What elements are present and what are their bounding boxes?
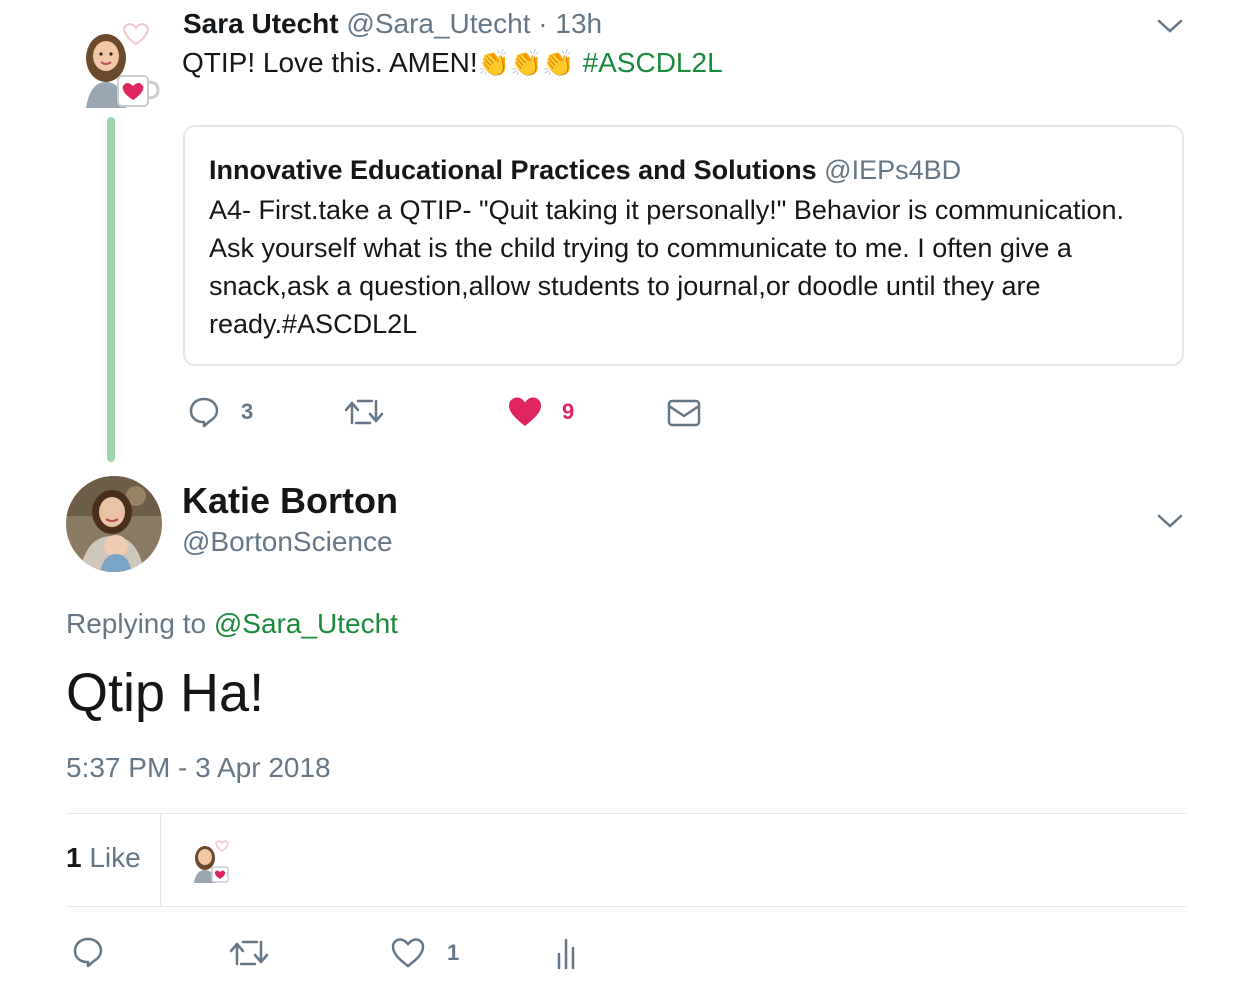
- parent-reply-count: 3: [241, 399, 254, 424]
- parent-tweet-body: QTIP! Love this. AMEN!: [182, 47, 478, 78]
- parent-like-count: 9: [562, 399, 575, 424]
- parent-retweet-button[interactable]: [344, 397, 384, 432]
- reply-icon: [73, 937, 103, 968]
- parent-dm-button[interactable]: [667, 398, 701, 433]
- main-author-avatar[interactable]: [66, 476, 162, 572]
- main-author-handle[interactable]: @BortonScience: [182, 526, 393, 558]
- quoted-tweet-text: A4- First.take a QTIP- "Quit taking it p…: [209, 195, 1125, 339]
- main-author-name[interactable]: Katie Borton: [182, 480, 398, 522]
- parent-reply-button[interactable]: [188, 396, 220, 433]
- replying-to-handle-link[interactable]: @Sara_Utecht: [214, 608, 398, 639]
- main-tweet-menu-chevron-down-icon[interactable]: [1156, 511, 1184, 531]
- stats-top-divider: [66, 813, 1186, 814]
- parent-tweet-text: QTIP! Love this. AMEN!👏👏👏 #ASCDL2L: [182, 47, 723, 79]
- hashtag-link[interactable]: #ASCDL2L: [583, 47, 723, 78]
- retweet-icon: [344, 399, 384, 425]
- likes-stat-label: Like: [89, 842, 141, 873]
- thread-connector-line: [107, 117, 115, 462]
- envelope-icon: [667, 399, 701, 427]
- main-tweet-timestamp[interactable]: 5:37 PM - 3 Apr 2018: [66, 752, 331, 784]
- parent-tweet-header: Sara Utecht @Sara_Utecht · 13h: [183, 8, 602, 40]
- replying-to-label: Replying to: [66, 608, 207, 639]
- parent-author-name[interactable]: Sara Utecht: [183, 8, 339, 39]
- main-retweet-button[interactable]: [229, 938, 269, 973]
- main-tweet-text: Qtip Ha!: [66, 663, 265, 723]
- reply-icon: [189, 397, 219, 428]
- quoted-author-name: Innovative Educational Practices and Sol…: [209, 155, 817, 185]
- parent-tweet-menu-chevron-down-icon[interactable]: [1156, 16, 1184, 36]
- main-like-count: 1: [447, 940, 460, 965]
- clapping-hands-emoji: 👏👏👏: [477, 48, 575, 78]
- timestamp-separator: ·: [538, 8, 548, 39]
- replying-to-line: Replying to @Sara_Utecht: [66, 608, 398, 640]
- main-reply-button[interactable]: [72, 936, 104, 973]
- quoted-author-handle: @IEPs4BD: [824, 155, 962, 185]
- stats-bottom-divider: [66, 906, 1186, 907]
- parent-avatar[interactable]: [78, 18, 160, 110]
- likes-stat[interactable]: 1 Like: [66, 842, 141, 874]
- quoted-tweet-card[interactable]: Innovative Educational Practices and Sol…: [183, 125, 1184, 366]
- likes-stat-count: 1: [66, 842, 82, 873]
- quoted-tweet-header: Innovative Educational Practices and Sol…: [209, 155, 961, 186]
- liker-avatar[interactable]: [190, 838, 234, 884]
- parent-author-handle[interactable]: @Sara_Utecht: [346, 8, 530, 39]
- parent-like-button[interactable]: [508, 396, 542, 433]
- retweet-icon: [229, 940, 269, 966]
- heart-icon: [391, 938, 425, 968]
- analytics-icon: [557, 938, 575, 970]
- analytics-button[interactable]: [556, 936, 580, 975]
- heart-icon: [509, 397, 541, 426]
- parent-tweet-time[interactable]: 13h: [555, 8, 602, 39]
- stats-vertical-divider: [160, 814, 161, 906]
- main-like-button[interactable]: [391, 937, 425, 974]
